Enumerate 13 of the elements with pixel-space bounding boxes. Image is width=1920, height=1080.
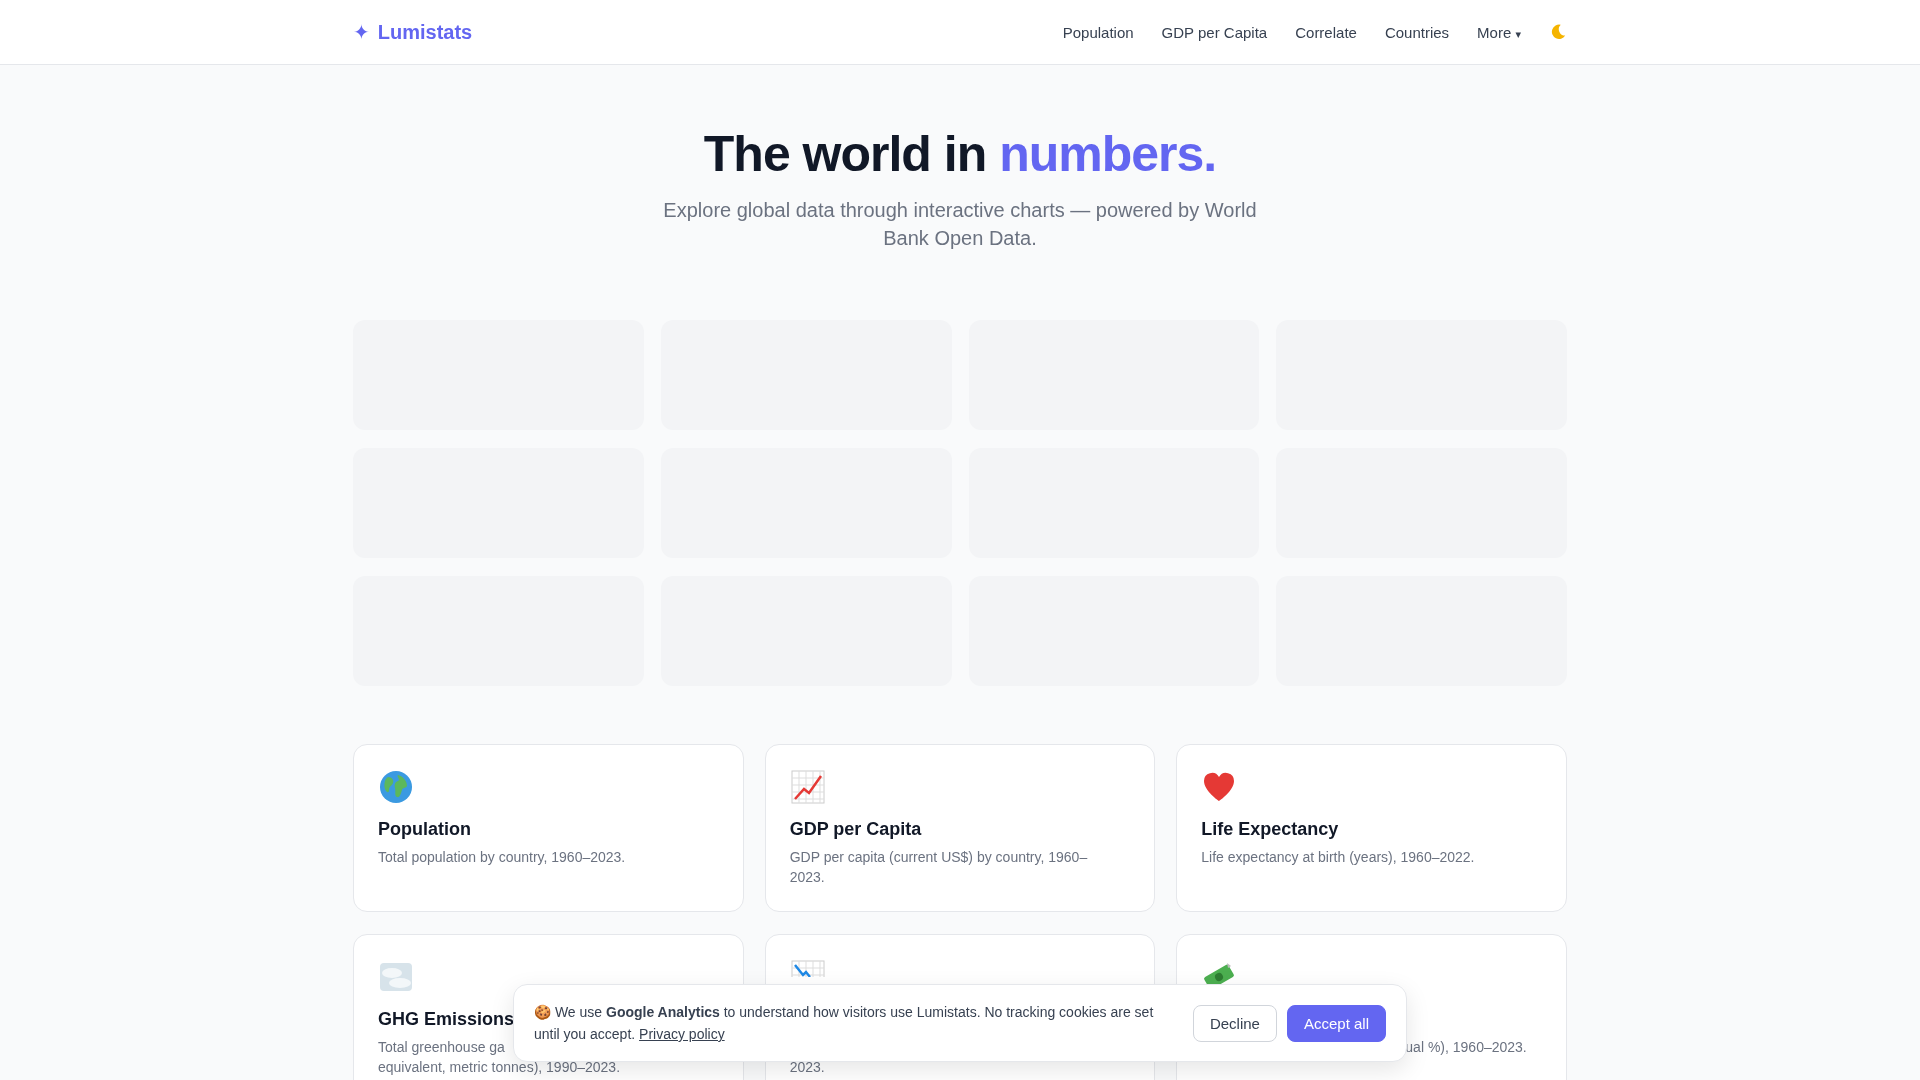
card-title: GDP per Capita [789,819,922,841]
card-title: Life Expectancy [1201,819,1339,841]
card-description: equivalent, metric tonnes), 1990–2023. [378,1059,621,1075]
card-description: Total population by country, 1960–2023. [378,849,626,865]
card-description: Total greenhouse ga [378,1039,505,1055]
card-description: 2023. [789,1059,825,1075]
card-description: GDP per capita (current US$) by country, 1960– [789,849,1088,865]
hero-title: The world in numbers. [703,127,1217,182]
card-title: GHG Emissions [378,1009,515,1031]
card-title: Population [378,819,471,841]
card-description: 2023. [789,869,825,885]
hero-subtitle: Explore global data through interactive charts — powered by World Bank Open Data. [662,198,1258,251]
card-description: Life expectancy at birth (years), 1960–2022. [1201,849,1475,865]
